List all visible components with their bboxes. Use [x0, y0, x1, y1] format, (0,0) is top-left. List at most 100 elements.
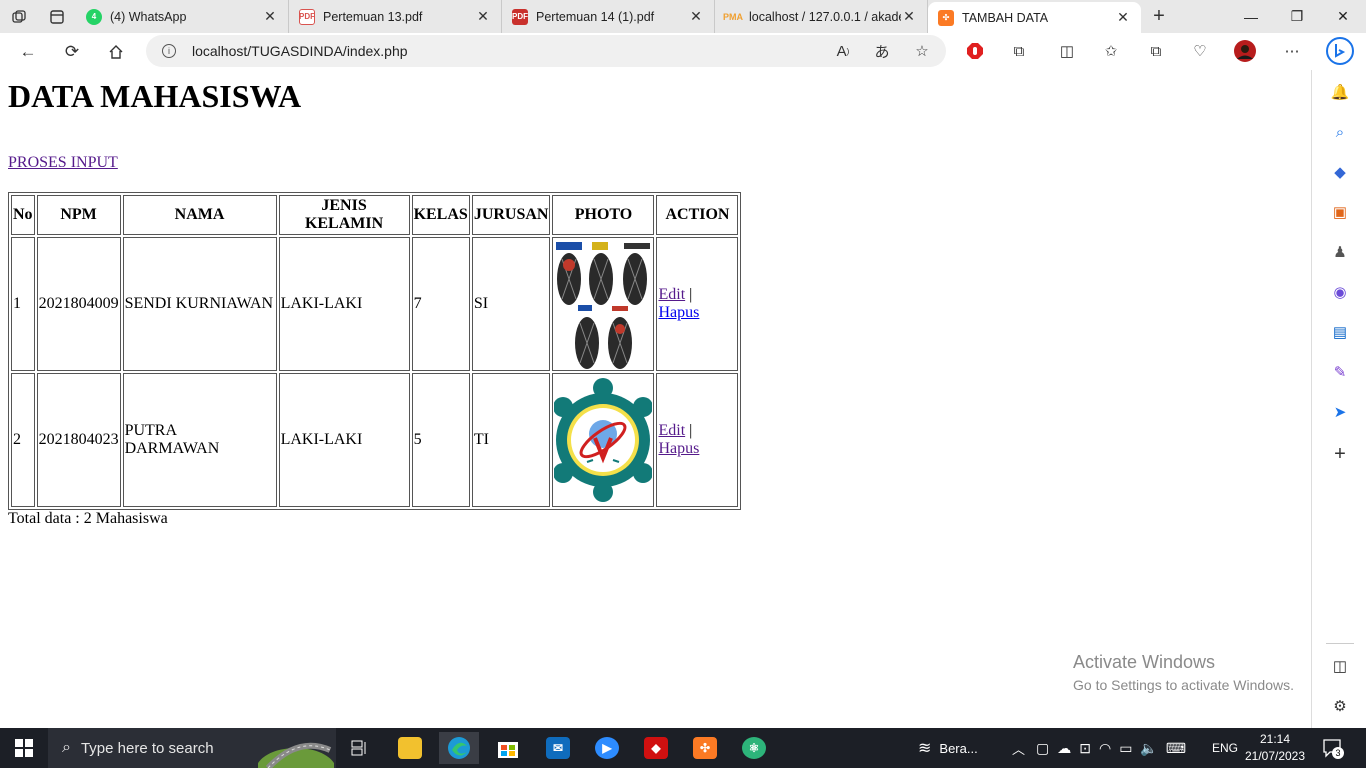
- translate-icon[interactable]: あ: [870, 39, 894, 63]
- cell-npm: 2021804023: [36, 373, 121, 507]
- more-menu-icon[interactable]: ⋯: [1280, 39, 1304, 63]
- task-view-icon[interactable]: [340, 732, 380, 764]
- zoom-icon[interactable]: ▶: [587, 732, 627, 764]
- cell-nama: SENDI KURNIAWAN: [122, 237, 277, 371]
- add-sidebar-app-icon[interactable]: +: [1330, 443, 1350, 465]
- profile-avatar[interactable]: [1233, 39, 1257, 63]
- show-hidden-icons-chevron[interactable]: ︿: [1012, 728, 1025, 768]
- cell-no: 1: [11, 237, 35, 371]
- refresh-icon[interactable]: ⟳: [50, 36, 94, 68]
- close-window-icon[interactable]: ✕: [1320, 0, 1366, 33]
- tab-pertemuan-14[interactable]: PDF Pertemuan 14 (1).pdf ✕: [502, 0, 715, 33]
- ruby-app-icon[interactable]: ◆: [636, 732, 676, 764]
- weather-widget[interactable]: ≋ Bera...: [918, 728, 978, 768]
- cell-photo: [552, 373, 655, 507]
- proses-input-link[interactable]: PROSES INPUT: [8, 154, 118, 172]
- favorite-star-icon[interactable]: ☆: [910, 39, 934, 63]
- shopping-tag-icon[interactable]: ◆: [1330, 162, 1350, 182]
- read-aloud-icon[interactable]: A): [831, 39, 855, 63]
- adblock-icon[interactable]: [963, 39, 987, 63]
- cell-photo: [552, 237, 655, 371]
- keyboard-icon[interactable]: ⌨: [1166, 740, 1186, 757]
- close-tab-icon[interactable]: ✕: [1115, 9, 1131, 26]
- taskbar-clock[interactable]: 21:14 21/07/2023: [1240, 731, 1310, 765]
- meet-now-icon[interactable]: ▢: [1036, 740, 1049, 757]
- microsoft-365-icon[interactable]: ◉: [1330, 282, 1350, 302]
- tab-actions-icon[interactable]: [38, 0, 76, 33]
- clock-date: 21/07/2023: [1244, 749, 1306, 763]
- tab-pertemuan-13[interactable]: PDF Pertemuan 13.pdf ✕: [289, 0, 502, 33]
- close-tab-icon[interactable]: ✕: [901, 8, 917, 25]
- search-highlight-image: [258, 742, 334, 768]
- windows-taskbar: ⌕ Type here to search ✉ ▶ ◆ ✣ ⚛ ≋ Bera..…: [0, 728, 1366, 768]
- minimize-icon[interactable]: —: [1228, 0, 1274, 33]
- cell-npm: 2021804009: [36, 237, 121, 371]
- new-tab-icon[interactable]: +: [1141, 5, 1177, 28]
- volume-icon[interactable]: 🔈: [1140, 740, 1157, 757]
- edit-link[interactable]: Edit: [658, 286, 685, 303]
- mail-icon[interactable]: ✉: [538, 732, 578, 764]
- bing-copilot-icon[interactable]: [1325, 36, 1355, 66]
- extensions-icon[interactable]: ⧉: [1007, 39, 1031, 63]
- collections-icon[interactable]: ⧉: [1144, 39, 1168, 63]
- hapus-link[interactable]: Hapus: [658, 304, 699, 321]
- windows-start-icon[interactable]: [0, 728, 48, 768]
- edge-taskbar-icon[interactable]: [439, 732, 479, 764]
- notification-bell-icon[interactable]: 🔔: [1330, 82, 1350, 102]
- restore-icon[interactable]: ❐: [1274, 0, 1320, 33]
- language-indicator[interactable]: ENG: [1212, 728, 1238, 768]
- microsoft-store-icon[interactable]: [488, 732, 528, 764]
- edge-sidebar: 🔔 ⌕ ◆ ▣ ♟ ◉ ▤ ✎ ➤ + ◫ ⚙: [1311, 70, 1366, 728]
- home-icon[interactable]: [94, 36, 138, 68]
- xampp-taskbar-icon[interactable]: ✣: [685, 732, 725, 764]
- screen-record-icon[interactable]: ⊡: [1079, 740, 1091, 757]
- games-icon[interactable]: ♟: [1330, 242, 1350, 262]
- college-seal-image: [554, 375, 653, 505]
- tab-tambah-data[interactable]: ✣ TAMBAH DATA ✕: [928, 2, 1141, 33]
- cell-kelas: 5: [411, 373, 470, 507]
- cell-action: Edit | Hapus: [656, 237, 739, 371]
- cloud-icon[interactable]: ☁: [1057, 740, 1071, 757]
- close-tab-icon[interactable]: ✕: [688, 8, 704, 25]
- clock-time: 21:14: [1259, 732, 1291, 746]
- back-icon[interactable]: ←: [6, 36, 50, 68]
- search-icon[interactable]: ⌕: [1330, 122, 1350, 142]
- search-icon: ⌕: [62, 739, 71, 756]
- watermark-title: Activate Windows: [1073, 652, 1216, 672]
- action-separator: |: [689, 422, 693, 439]
- hapus-link[interactable]: Hapus: [658, 440, 699, 457]
- tires-collage-image: [554, 239, 653, 369]
- phpmyadmin-icon: PMA: [723, 11, 743, 22]
- performance-icon[interactable]: ♡: [1188, 39, 1212, 63]
- url-text: localhost/TUGASDINDA/index.php: [192, 43, 408, 59]
- taskbar-search-field[interactable]: ⌕ Type here to search: [48, 728, 336, 768]
- battery-icon[interactable]: ▭: [1119, 740, 1132, 757]
- tab-phpmyadmin[interactable]: PMA localhost / 127.0.0.1 / akade ✕: [715, 0, 928, 33]
- outlook-icon[interactable]: ▤: [1330, 322, 1350, 342]
- drop-send-icon[interactable]: ➤: [1330, 402, 1350, 422]
- designer-icon[interactable]: ✎: [1330, 362, 1350, 382]
- settings-gear-icon[interactable]: ⚙: [1330, 696, 1350, 716]
- col-header: PHOTO: [552, 195, 655, 235]
- system-tray-icons[interactable]: ▢ ☁ ⊡ ◠ ▭ 🔈 ⌨: [1036, 728, 1194, 768]
- wifi-icon[interactable]: ◠: [1099, 740, 1111, 757]
- site-info-icon[interactable]: i: [162, 44, 176, 58]
- cell-nama: PUTRA DARMAWAN: [122, 373, 277, 507]
- edit-link[interactable]: Edit: [658, 422, 685, 439]
- url-field[interactable]: i localhost/TUGASDINDA/index.php: [146, 35, 946, 67]
- cell-jenis-kelamin: LAKI-LAKI: [278, 373, 410, 507]
- tools-briefcase-icon[interactable]: ▣: [1330, 202, 1350, 222]
- file-explorer-icon[interactable]: [390, 732, 430, 764]
- close-tab-icon[interactable]: ✕: [262, 8, 278, 25]
- hide-sidebar-icon[interactable]: ◫: [1330, 656, 1350, 676]
- tab-title: TAMBAH DATA: [962, 10, 1049, 25]
- cell-action: Edit | Hapus: [656, 373, 739, 507]
- tab-whatsapp[interactable]: 4 (4) WhatsApp ✕: [76, 0, 289, 33]
- close-tab-icon[interactable]: ✕: [475, 8, 491, 25]
- notification-center-icon[interactable]: 3: [1322, 728, 1344, 768]
- workspaces-icon[interactable]: [0, 0, 38, 33]
- favorites-icon[interactable]: ✩: [1099, 39, 1123, 63]
- cell-jurusan: SI: [471, 237, 551, 371]
- split-screen-icon[interactable]: ◫: [1055, 39, 1079, 63]
- atom-app-icon[interactable]: ⚛: [734, 732, 774, 764]
